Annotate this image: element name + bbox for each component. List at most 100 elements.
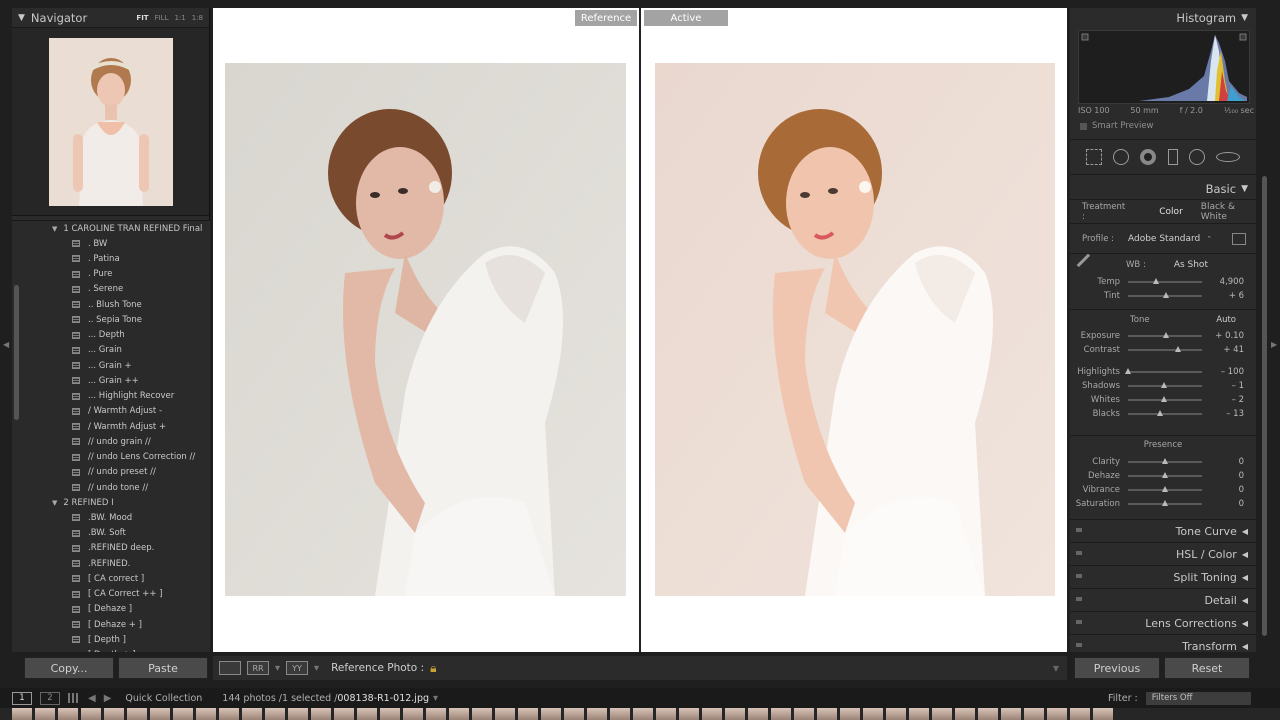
slider-value[interactable]: 4,900 bbox=[1202, 277, 1244, 287]
navigator-header[interactable]: ▼ Navigator FIT FILL 1:1 1:8 bbox=[12, 8, 209, 28]
radial-filter-icon[interactable] bbox=[1188, 149, 1205, 165]
slider-track[interactable] bbox=[1128, 382, 1202, 388]
filmstrip-thumbnail[interactable] bbox=[265, 708, 285, 720]
filmstrip-thumbnail[interactable] bbox=[817, 708, 837, 720]
filmstrip-thumbnail[interactable] bbox=[978, 708, 998, 720]
crop-tool-icon[interactable] bbox=[1085, 149, 1102, 165]
treatment-bw[interactable]: Black & White bbox=[1201, 202, 1256, 222]
toolbar-menu-icon[interactable]: ▼ bbox=[1053, 664, 1059, 673]
filmstrip-thumbnail[interactable] bbox=[1001, 708, 1021, 720]
dropdown-arrow-icon[interactable]: ▾ bbox=[433, 693, 438, 704]
window-2-button[interactable]: 2 bbox=[40, 691, 60, 705]
filmstrip-thumbnail[interactable] bbox=[495, 708, 515, 720]
expand-triangle-icon[interactable]: ◀ bbox=[1242, 619, 1248, 628]
preset-item[interactable]: [ Dehaze + ] bbox=[12, 617, 210, 632]
preset-item[interactable]: // undo tone // bbox=[12, 480, 210, 495]
zoom-fit[interactable]: FIT bbox=[136, 14, 148, 22]
loupe-view-button[interactable] bbox=[219, 661, 241, 675]
brush-tool-icon[interactable] bbox=[1216, 152, 1241, 162]
panel-header[interactable]: Transform ◀ bbox=[1070, 634, 1256, 652]
zoom-1-1[interactable]: 1:1 bbox=[174, 14, 185, 22]
preset-item[interactable]: .BW. Soft bbox=[12, 526, 210, 541]
slider-track[interactable] bbox=[1128, 346, 1202, 352]
slider-value[interactable]: – 13 bbox=[1202, 409, 1244, 419]
filmstrip-thumbnail[interactable] bbox=[81, 708, 101, 720]
filmstrip-thumbnail[interactable] bbox=[541, 708, 561, 720]
slider-value[interactable]: + 41 bbox=[1202, 345, 1244, 355]
filmstrip-thumbnail[interactable] bbox=[932, 708, 952, 720]
treatment-color[interactable]: Color bbox=[1159, 207, 1183, 217]
collapse-triangle-icon[interactable]: ▼ bbox=[1241, 13, 1248, 23]
filmstrip-thumbnail[interactable] bbox=[748, 708, 768, 720]
right-panel-toggle-icon[interactable]: ▶ bbox=[1271, 340, 1277, 349]
reset-button[interactable]: Reset bbox=[1164, 657, 1250, 679]
filmstrip-thumbnail[interactable] bbox=[702, 708, 722, 720]
slider-value[interactable]: + 0.10 bbox=[1202, 331, 1244, 341]
profile-browser-icon[interactable] bbox=[1232, 232, 1246, 245]
reference-photo[interactable] bbox=[225, 63, 626, 596]
rr-view-button[interactable]: RR bbox=[247, 661, 269, 675]
slider-track[interactable] bbox=[1128, 486, 1202, 492]
filmstrip-thumbnail[interactable] bbox=[1024, 708, 1044, 720]
panel-header[interactable]: HSL / Color ◀ bbox=[1070, 542, 1256, 565]
preset-item[interactable]: .BW. Mood bbox=[12, 510, 210, 525]
source-label[interactable]: Quick Collection bbox=[125, 693, 202, 704]
dropdown-arrow-icon[interactable]: ▾ bbox=[275, 663, 280, 674]
preset-folder[interactable]: ▼ 1 CAROLINE TRAN REFINED Final bbox=[12, 221, 210, 236]
slider-track[interactable] bbox=[1128, 396, 1202, 402]
zoom-fill[interactable]: FILL bbox=[155, 14, 169, 22]
filmstrip-thumbnail[interactable] bbox=[219, 708, 239, 720]
forward-arrow-icon[interactable]: ▶ bbox=[104, 693, 112, 704]
filmstrip-thumbnail[interactable] bbox=[58, 708, 78, 720]
preset-item[interactable]: / Warmth Adjust - bbox=[12, 404, 210, 419]
graduated-filter-icon[interactable] bbox=[1167, 149, 1178, 165]
filmstrip-thumbnail[interactable] bbox=[564, 708, 584, 720]
slider-knob[interactable] bbox=[1161, 382, 1168, 388]
panel-header[interactable]: Tone Curve ◀ bbox=[1070, 519, 1256, 542]
selected-filename[interactable]: 008138-R1-012.jpg bbox=[337, 693, 429, 704]
red-eye-icon[interactable] bbox=[1140, 149, 1157, 165]
preset-item[interactable]: . Patina bbox=[12, 251, 210, 266]
filmstrip-thumbnail[interactable] bbox=[357, 708, 377, 720]
profile-dropdown[interactable]: Adobe Standard bbox=[1128, 234, 1200, 244]
back-arrow-icon[interactable]: ◀ bbox=[88, 693, 96, 704]
preset-item[interactable]: [ Depth + ] bbox=[12, 648, 210, 652]
filmstrip-thumbnail[interactable] bbox=[863, 708, 883, 720]
preset-item[interactable]: ... Grain + bbox=[12, 358, 210, 373]
panel-switch-icon[interactable] bbox=[1076, 574, 1082, 578]
filmstrip-thumbnail[interactable] bbox=[955, 708, 975, 720]
panel-switch-icon[interactable] bbox=[1076, 597, 1082, 601]
slider-value[interactable]: 0 bbox=[1202, 485, 1244, 495]
navigator-thumbnail[interactable] bbox=[48, 37, 173, 206]
paste-button[interactable]: Paste bbox=[118, 657, 208, 679]
filmstrip-thumbnail[interactable] bbox=[472, 708, 492, 720]
slider-knob[interactable] bbox=[1162, 500, 1168, 506]
slider-track[interactable] bbox=[1125, 368, 1202, 374]
preset-item[interactable]: [ CA correct ] bbox=[12, 571, 210, 586]
filmstrip-thumbnail[interactable] bbox=[12, 708, 32, 720]
slider-knob[interactable] bbox=[1162, 458, 1168, 464]
filmstrip-thumbnail[interactable] bbox=[426, 708, 446, 720]
preset-item[interactable]: ... Highlight Recover bbox=[12, 389, 210, 404]
slider-knob[interactable] bbox=[1163, 332, 1170, 338]
eyedropper-icon[interactable] bbox=[1076, 253, 1100, 276]
right-scrollbar[interactable] bbox=[1262, 176, 1267, 636]
histogram-header[interactable]: Histogram ▼ bbox=[1070, 8, 1256, 28]
filmstrip-thumbnail[interactable] bbox=[610, 708, 630, 720]
slider-knob[interactable] bbox=[1175, 346, 1182, 352]
collapse-triangle-icon[interactable]: ▼ bbox=[1241, 184, 1248, 194]
slider-value[interactable]: – 1 bbox=[1202, 381, 1244, 391]
collapse-triangle-icon[interactable]: ▼ bbox=[18, 13, 25, 23]
preset-item[interactable]: [ Depth ] bbox=[12, 632, 210, 647]
filmstrip-thumbnail[interactable] bbox=[1093, 708, 1113, 720]
slider-track[interactable] bbox=[1128, 410, 1202, 416]
filmstrip-thumbnail[interactable] bbox=[311, 708, 331, 720]
filmstrip-thumbnail[interactable] bbox=[196, 708, 216, 720]
expand-triangle-icon[interactable]: ◀ bbox=[1242, 527, 1248, 536]
smart-preview[interactable]: Smart Preview bbox=[1070, 115, 1256, 131]
dropdown-arrow-icon[interactable]: ▾ bbox=[314, 663, 319, 674]
panel-header[interactable]: Split Toning ◀ bbox=[1070, 565, 1256, 588]
slider-knob[interactable] bbox=[1162, 472, 1168, 478]
slider-value[interactable]: 0 bbox=[1202, 499, 1244, 509]
zoom-1-8[interactable]: 1:8 bbox=[192, 14, 203, 22]
